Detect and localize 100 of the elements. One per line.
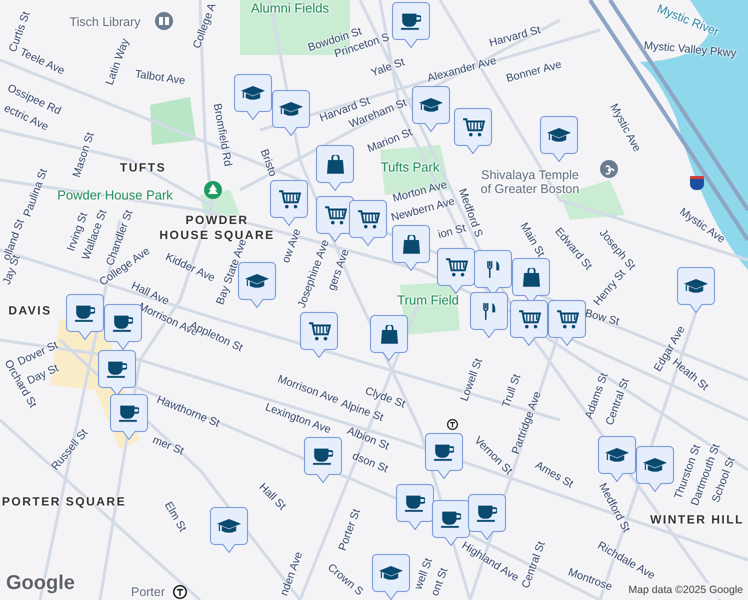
map-marker[interactable] [210,507,248,553]
map-marker[interactable] [304,437,342,483]
map-marker[interactable] [636,446,674,492]
street-label: Bristo [256,146,280,180]
map-marker[interactable] [370,315,408,361]
shopping-cart-icon [356,210,380,228]
shopping-cart-icon [556,310,578,328]
street-label: Central St [518,539,549,591]
map-marker[interactable] [598,436,636,482]
coffee-cup-icon [119,404,139,422]
street-label: Albion St [344,424,392,453]
coffee-cup-icon [75,304,95,322]
coffee-cup-icon [113,314,133,332]
transit-icon [447,419,458,430]
graduation-cap-icon [684,278,708,294]
park-label: Trum Field [397,291,459,310]
street-label: Harvard St [487,23,543,52]
map-marker[interactable] [272,90,310,136]
graduation-cap-icon [245,274,269,288]
map-marker[interactable] [372,554,410,600]
street-label: Porter St [336,506,364,554]
map-marker[interactable] [425,433,463,479]
street-label: Talbot Ave [134,67,186,90]
street-label: Mystic Valley Pkwy [643,38,737,62]
street-label: nden Ave [277,550,306,598]
street-label: Bromfield Rd [210,102,235,168]
map-marker[interactable] [468,494,506,540]
street-label: Latin Way [102,36,133,88]
map-marker[interactable] [392,225,430,271]
google-logo: Google [6,571,75,596]
coffee-cup-icon [107,360,127,378]
street-label: Bonner Ave [504,58,564,87]
map-marker[interactable] [104,304,142,350]
street-label: Hall St [255,480,289,514]
highway-shield-icon [690,176,704,190]
street-label: Marion St [366,126,415,158]
map-marker[interactable] [470,292,508,338]
street-label: Alexander Ave [426,54,498,87]
neighborhood-label: WINTER HILL [650,512,744,528]
shopping-cart-icon [518,310,540,328]
coffee-cup-icon [313,448,333,464]
park-area [150,97,196,145]
park-label: Alumni Fields [250,0,330,18]
coffee-cup-icon [405,494,425,512]
map-marker[interactable] [412,86,450,132]
coffee-cup-icon [441,510,461,528]
coffee-cup-icon [477,504,497,522]
map-marker[interactable] [510,300,548,346]
street-label: Elm St [160,498,190,536]
street-label: Trull St [499,372,524,410]
map-marker[interactable] [437,248,475,294]
book-icon [155,12,173,30]
shopping-cart-icon [278,190,300,208]
coffee-cup-icon [434,444,454,460]
shopping-bag-icon [402,234,420,254]
shopping-cart-icon [308,322,330,340]
neighborhood-label: DAVIS [8,304,52,318]
graduation-cap-icon [605,448,629,462]
street-label: ow Ave [279,226,304,265]
map-marker[interactable] [548,300,586,346]
coffee-cup-icon [401,12,421,30]
shopping-cart-icon [324,206,346,224]
river-label: Mystic River [654,0,722,41]
neighborhood-label: PORTER SQUARE [2,494,126,510]
street-label: Mason St [70,130,98,180]
map-marker[interactable] [349,200,387,246]
map-marker[interactable] [300,312,338,358]
graduation-cap-icon [217,518,241,534]
street-label: dson St [350,450,390,478]
street-label: College A [190,1,220,51]
park-label: Tufts Park [380,158,440,176]
map-marker[interactable] [392,2,430,48]
graduation-cap-icon [379,566,403,580]
graduation-cap-icon [547,128,571,142]
graduation-cap-icon [643,458,667,472]
street-label: Bow St [583,306,621,330]
shopping-bag-icon [522,268,540,286]
place-label: Shivalaya Temple of Greater Boston [480,168,580,196]
shopping-cart-icon [444,258,468,276]
map-marker[interactable] [396,484,434,530]
street-label: mer St [150,433,186,460]
map-marker[interactable] [540,116,578,162]
map-marker[interactable] [110,394,148,440]
om-symbol-icon [600,160,618,178]
map-marker[interactable] [238,262,276,308]
street-label: Lowell St [458,356,486,404]
tree-icon [204,181,222,199]
shopping-bag-icon [326,154,344,174]
graduation-cap-icon [419,98,443,112]
street-label: Ames St [532,458,576,492]
map-marker[interactable] [316,145,354,191]
street-label: Yale St [370,56,408,82]
neighborhood-label: TUFTS [120,160,166,176]
map-marker[interactable] [677,267,715,313]
map-marker[interactable] [66,294,104,340]
map-marker[interactable] [270,180,308,226]
map-marker[interactable] [454,108,492,154]
graduation-cap-icon [279,102,303,116]
map-marker[interactable] [98,350,136,396]
map-marker[interactable] [234,74,272,120]
